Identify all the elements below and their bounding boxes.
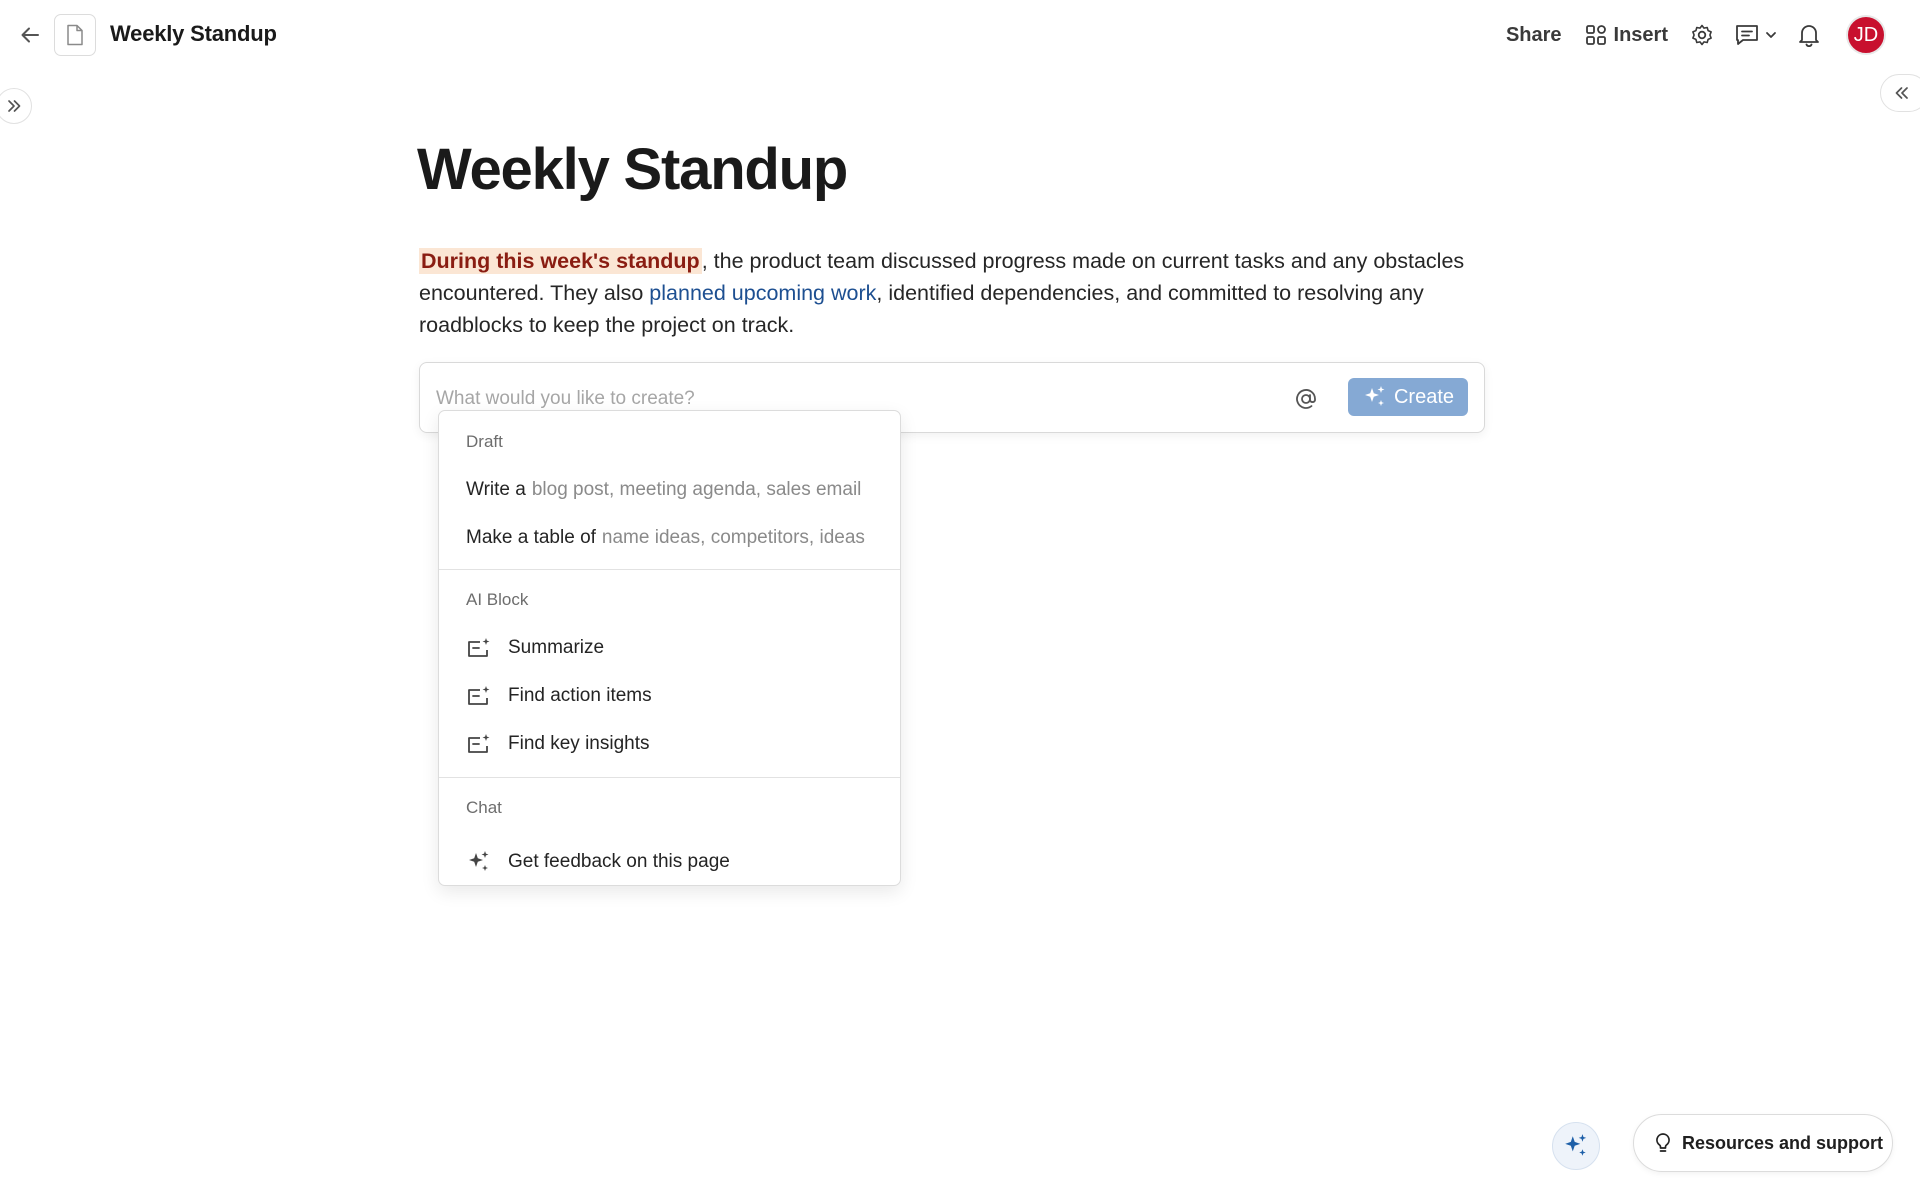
menu-item-find-action-items[interactable]: Find action items: [439, 674, 900, 718]
document-paragraph[interactable]: During this week's standup, the product …: [419, 245, 1469, 341]
document-icon-button[interactable]: [54, 14, 96, 56]
page-title[interactable]: Weekly Standup: [417, 136, 848, 203]
menu-item-make-table[interactable]: Make a table of name ideas, competitors,…: [439, 516, 900, 560]
resources-support-button[interactable]: Resources and support: [1633, 1114, 1893, 1172]
insert-label: Insert: [1613, 23, 1668, 46]
menu-item-label: Get feedback on this page: [508, 851, 730, 872]
resources-label: Resources and support: [1682, 1132, 1884, 1153]
grid-icon: [1585, 24, 1607, 46]
at-sign-icon: [1294, 387, 1318, 411]
menu-item-prefix: Write a: [466, 479, 526, 500]
menu-item-hint: name ideas, competitors, ideas: [601, 527, 865, 548]
menu-section-ai-block: AI Block Summarize Find action items Fin…: [439, 569, 900, 777]
menu-heading-draft: Draft: [466, 432, 503, 451]
top-actions: Share Insert JD: [1506, 13, 1886, 57]
menu-item-write[interactable]: Write a blog post, meeting agenda, sales…: [439, 468, 900, 512]
menu-section-draft: Draft Write a blog post, meeting agenda,…: [439, 411, 900, 569]
highlighted-text: During this week's standup: [419, 248, 702, 274]
back-button[interactable]: [16, 21, 44, 49]
sparkle-icon: [466, 849, 492, 875]
lightbulb-icon: [1654, 1132, 1672, 1154]
bell-icon[interactable]: [1798, 23, 1820, 47]
menu-item-find-key-insights[interactable]: Find key insights: [439, 722, 900, 766]
insert-button[interactable]: Insert: [1585, 24, 1668, 47]
chevrons-left-icon: [1893, 84, 1911, 102]
arrow-left-icon: [19, 24, 41, 46]
mention-button[interactable]: [1292, 385, 1320, 413]
menu-item-hint: blog post, meeting agenda, sales email: [531, 479, 862, 500]
user-avatar[interactable]: JD: [1846, 15, 1886, 55]
comment-icon[interactable]: [1734, 23, 1760, 47]
document-title[interactable]: Weekly Standup: [110, 21, 277, 47]
gear-icon[interactable]: [1690, 23, 1714, 47]
expand-left-sidebar-button[interactable]: [0, 88, 32, 124]
ai-block-icon: [466, 733, 492, 755]
ai-suggestions-menu: Draft Write a blog post, meeting agenda,…: [438, 410, 901, 886]
menu-item-summarize[interactable]: Summarize: [439, 626, 900, 670]
menu-heading-chat: Chat: [466, 798, 502, 817]
menu-item-label: Find key insights: [508, 733, 650, 754]
menu-section-chat: Chat Get feedback on this page: [439, 777, 900, 872]
inline-link[interactable]: planned upcoming work: [649, 281, 876, 305]
document-icon: [66, 24, 84, 46]
share-button[interactable]: Share: [1506, 24, 1562, 47]
menu-item-prefix: Make a table of: [466, 527, 596, 548]
menu-item-label: Find action items: [508, 685, 652, 706]
top-bar: Weekly Standup Share Insert JD: [0, 0, 1920, 70]
sparkle-icon: [1362, 384, 1388, 410]
menu-heading-ai-block: AI Block: [466, 590, 529, 609]
expand-right-panel-button[interactable]: [1880, 74, 1920, 112]
ai-assistant-button[interactable]: [1552, 1122, 1600, 1170]
create-label: Create: [1393, 385, 1455, 408]
ai-prompt-input[interactable]: [436, 385, 1236, 413]
chevrons-right-icon: [5, 97, 23, 115]
create-button[interactable]: Create: [1348, 378, 1468, 416]
menu-item-get-feedback[interactable]: Get feedback on this page: [439, 840, 900, 884]
ai-block-icon: [466, 637, 492, 659]
ai-block-icon: [466, 685, 492, 707]
menu-item-label: Summarize: [508, 637, 605, 658]
chevron-down-icon[interactable]: [1764, 28, 1778, 42]
sparkle-icon: [1562, 1132, 1590, 1160]
